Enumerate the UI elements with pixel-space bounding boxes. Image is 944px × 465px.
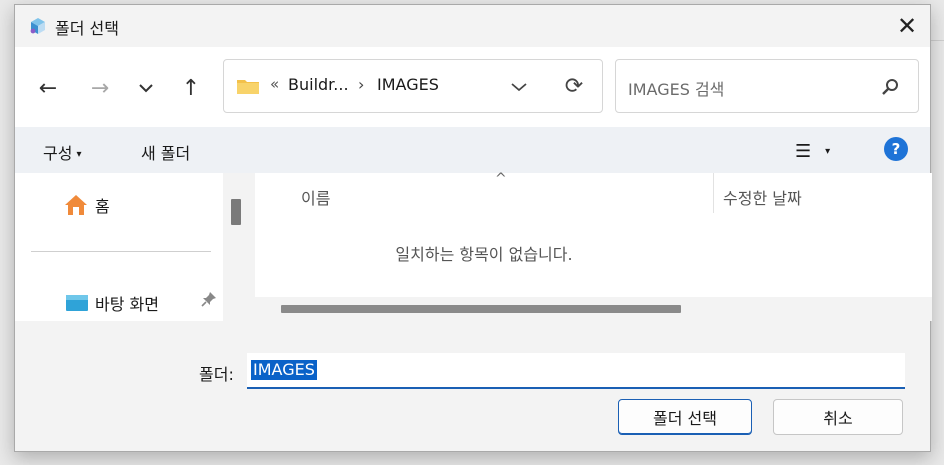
background-divider bbox=[931, 40, 944, 41]
chevron-down-icon bbox=[139, 84, 153, 93]
command-bar: 구성 ▾ 새 폴더 ☰ ▾ ? bbox=[15, 127, 930, 173]
refresh-button[interactable]: ⟳ bbox=[560, 72, 588, 100]
breadcrumb-segment-buildr[interactable]: Buildr... bbox=[288, 75, 349, 94]
view-caret-icon: ▾ bbox=[825, 145, 831, 157]
back-button[interactable]: ← bbox=[31, 71, 65, 105]
up-arrow-icon: ↑ bbox=[181, 75, 201, 101]
search-input[interactable]: IMAGES 검색 bbox=[628, 76, 724, 100]
sort-ascending-icon: ^ bbox=[495, 171, 507, 187]
horizontal-scrollbar-thumb[interactable] bbox=[281, 305, 681, 313]
folder-icon bbox=[237, 80, 259, 94]
empty-list-message: 일치하는 항목이 없습니다. bbox=[395, 245, 573, 264]
back-arrow-icon: ← bbox=[38, 75, 58, 101]
cancel-button[interactable]: 취소 bbox=[773, 399, 903, 435]
recent-locations-button[interactable] bbox=[129, 71, 163, 105]
address-bar[interactable]: « Buildr... › IMAGES ⟳ bbox=[223, 59, 603, 113]
forward-button[interactable]: → bbox=[83, 71, 117, 105]
list-view-icon: ☰ bbox=[795, 140, 812, 162]
up-button[interactable]: ↑ bbox=[174, 71, 208, 105]
nav-item-label: 홈 bbox=[95, 197, 110, 216]
nav-item-label: 바탕 화면 bbox=[95, 295, 159, 314]
desktop-icon bbox=[66, 295, 88, 311]
view-options-button[interactable]: ☰ ▾ bbox=[795, 139, 830, 163]
address-overflow-icon[interactable]: « bbox=[270, 75, 279, 93]
nav-pane-scrollbar[interactable] bbox=[223, 173, 247, 321]
breadcrumb-separator-icon[interactable]: › bbox=[358, 75, 364, 94]
chevron-down-icon bbox=[511, 83, 527, 92]
home-icon bbox=[65, 195, 87, 215]
navigation-pane: 홈 바탕 화면 bbox=[15, 173, 223, 321]
new-folder-button[interactable]: 새 폴더 bbox=[141, 140, 190, 164]
column-header-name[interactable]: 이름 bbox=[301, 185, 330, 209]
column-header-date-modified[interactable]: 수정한 날짜 bbox=[723, 185, 802, 209]
window-title: 폴더 선택 bbox=[55, 19, 119, 38]
breadcrumb-segment-images[interactable]: IMAGES bbox=[377, 75, 439, 94]
address-history-button[interactable] bbox=[506, 74, 532, 100]
folder-name-input[interactable]: IMAGES bbox=[247, 353, 905, 389]
refresh-icon: ⟳ bbox=[564, 73, 584, 99]
navigation-bar: ← → ↑ « Buildr... › IMAGES ⟳ IMAGES 검색 bbox=[15, 47, 930, 127]
help-icon: ? bbox=[891, 140, 901, 158]
close-button[interactable]: ✕ bbox=[884, 5, 930, 47]
nav-scrollbar-thumb[interactable] bbox=[231, 199, 241, 225]
pin-icon[interactable] bbox=[201, 291, 217, 311]
nav-divider bbox=[31, 251, 211, 252]
file-list-pane: ^ 이름 수정한 날짜 일치하는 항목이 없습니다. bbox=[255, 171, 932, 321]
close-icon: ✕ bbox=[896, 12, 918, 40]
select-folder-button[interactable]: 폴더 선택 bbox=[618, 399, 752, 435]
column-separator[interactable] bbox=[713, 173, 714, 213]
organize-caret-icon: ▾ bbox=[76, 149, 82, 160]
folder-field-label: 폴더: bbox=[199, 365, 234, 384]
app-cube-icon bbox=[30, 18, 45, 34]
forward-arrow-icon: → bbox=[90, 75, 110, 101]
nav-item-home[interactable]: 홈 bbox=[63, 193, 110, 217]
horizontal-scrollbar[interactable] bbox=[255, 297, 932, 321]
organize-label: 구성 bbox=[43, 144, 73, 163]
pushpin-icon bbox=[201, 292, 216, 307]
organize-menu-button[interactable]: 구성 ▾ bbox=[43, 140, 81, 164]
nav-item-desktop[interactable]: 바탕 화면 bbox=[65, 291, 159, 315]
help-button[interactable]: ? bbox=[884, 137, 908, 161]
search-box[interactable]: IMAGES 검색 bbox=[615, 59, 919, 113]
folder-select-dialog: 폴더 선택 ✕ ← → ↑ « Buildr... › IMAGES ⟳ IMA… bbox=[14, 4, 932, 452]
folder-name-selected-text: IMAGES bbox=[251, 360, 317, 380]
title-bar: 폴더 선택 ✕ bbox=[15, 5, 930, 47]
search-icon[interactable] bbox=[880, 77, 900, 97]
